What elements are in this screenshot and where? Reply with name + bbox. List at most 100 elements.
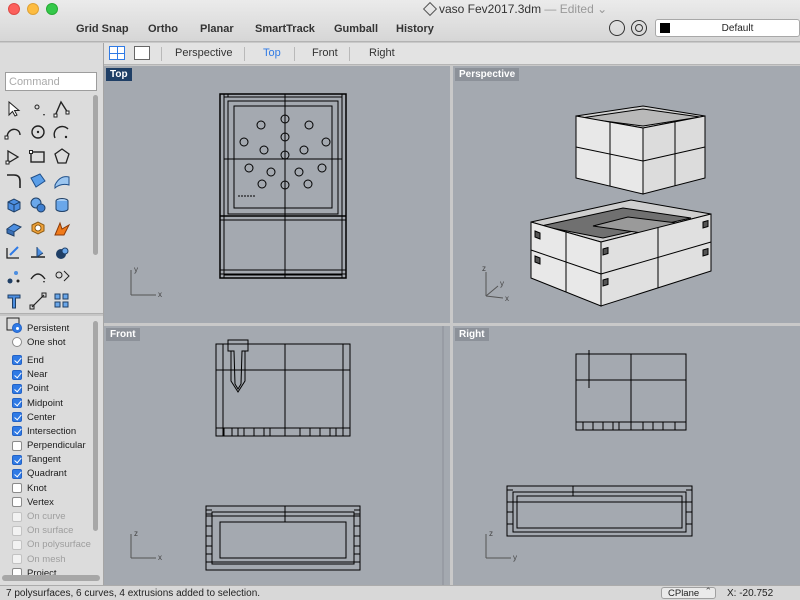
arc-icon[interactable] [52,123,72,143]
planar-toggle[interactable]: Planar [200,23,234,35]
osnap-one-shot-radio[interactable]: One shot [12,335,97,349]
osnap-intersection-checkbox[interactable]: Intersection [12,424,97,438]
surface-from-curves-icon[interactable] [28,171,48,191]
cylinder-icon[interactable] [52,195,72,215]
tab-front[interactable]: Front [312,47,338,59]
boolean-icon[interactable] [28,219,48,239]
points-cloud-icon[interactable] [4,267,24,287]
front-viewport[interactable]: z x Front [104,326,450,585]
checkbox[interactable] [12,497,22,508]
rectangle-icon[interactable] [28,147,48,167]
perspective-view-drawing: z x y [482,105,712,307]
ortho-toggle[interactable]: Ortho [148,23,178,35]
close-window-button[interactable] [8,3,20,15]
radio-button[interactable] [12,337,22,348]
fillet-curves-icon[interactable] [4,171,24,191]
single-viewport-layout-icon[interactable] [134,46,150,60]
perspective-viewport[interactable]: z x y Perspective [453,66,800,323]
osnap-on-curve-checkbox[interactable]: On curve [12,509,97,523]
ellipse-icon[interactable] [4,147,24,167]
front-viewport-label[interactable]: Front [106,328,140,341]
grid-snap-toggle[interactable]: Grid Snap [76,23,129,35]
zoom-window-button[interactable] [46,3,58,15]
box-icon[interactable] [4,195,24,215]
osnap-on-mesh-checkbox[interactable]: On mesh [12,552,97,566]
osnap-persistent-radio[interactable]: Persistent [12,321,97,335]
checkbox[interactable] [12,483,22,494]
tool-palette [2,99,92,355]
osnap-knot-checkbox[interactable]: Knot [12,481,97,495]
checkbox[interactable] [12,398,22,409]
left-panel-hscrollbar[interactable] [2,575,100,581]
text-icon[interactable] [4,291,24,311]
minimize-window-button[interactable] [27,3,39,15]
curve-icon[interactable] [4,123,24,143]
four-viewport-layout-icon[interactable] [109,46,125,60]
dimension-icon[interactable] [28,291,48,311]
radio-button[interactable] [12,323,22,334]
right-viewport-label[interactable]: Right [455,328,489,341]
solid-tools-icon[interactable] [52,243,72,263]
layer-select[interactable]: Default [655,19,800,37]
right-viewport[interactable]: z y Right [453,326,800,585]
panel-divider[interactable] [0,313,103,316]
top-viewport[interactable]: y x Top [104,66,450,323]
top-viewport-label[interactable]: Top [106,68,132,81]
select-arrow-icon[interactable] [4,99,24,119]
tab-right[interactable]: Right [369,47,395,59]
smarttrack-toggle[interactable]: SmartTrack [255,23,315,35]
rebuild-curve-icon[interactable] [28,267,48,287]
point-icon[interactable] [28,99,48,119]
cplane-select[interactable]: CPlane [661,586,716,599]
checkbox[interactable] [12,369,22,380]
command-input[interactable] [5,72,97,91]
tab-separator [294,47,295,61]
cap-icon[interactable] [52,219,72,239]
checkbox[interactable] [12,454,22,465]
osnap-point-checkbox[interactable]: Point [12,382,97,396]
gumball-toggle[interactable]: Gumball [334,23,378,35]
checkbox[interactable] [12,440,22,451]
osnap-vertex-checkbox[interactable]: Vertex [12,495,97,509]
osnap-midpoint-checkbox[interactable]: Midpoint [12,396,97,410]
osnap-icon[interactable] [631,20,647,36]
checkbox[interactable] [12,511,22,522]
tab-perspective[interactable]: Perspective [175,47,232,59]
osnap-end-checkbox[interactable]: End [12,353,97,367]
right-axis-z-label: z [489,529,493,538]
perspective-viewport-label[interactable]: Perspective [455,68,520,81]
circle-icon[interactable] [28,123,48,143]
checkbox[interactable] [12,525,22,536]
split-icon[interactable] [28,243,48,263]
osnap-scrollbar[interactable] [93,321,98,531]
osnap-perpendicular-checkbox[interactable]: Perpendicular [12,439,97,453]
transform-icon[interactable] [4,243,24,263]
sphere-icon[interactable] [28,195,48,215]
history-toggle[interactable]: History [396,23,434,35]
array-icon[interactable] [52,267,72,287]
polyline-icon[interactable] [52,99,72,119]
checkbox[interactable] [12,468,22,479]
osnap-on-surface-checkbox[interactable]: On surface [12,524,97,538]
edited-status[interactable]: — Edited ⌄ [544,2,607,16]
loft-icon[interactable] [52,171,72,191]
osnap-tangent-checkbox[interactable]: Tangent [12,453,97,467]
checkbox[interactable] [12,412,22,423]
polygon-icon[interactable] [52,147,72,167]
tab-separator [161,47,162,61]
checkbox[interactable] [12,554,22,565]
osnap-near-checkbox[interactable]: Near [12,368,97,382]
grid-array-icon[interactable] [52,291,72,311]
osnap-center-checkbox[interactable]: Center [12,410,97,424]
checkbox[interactable] [12,355,22,366]
osnap-quadrant-checkbox[interactable]: Quadrant [12,467,97,481]
tool-palette-scrollbar[interactable] [93,95,98,255]
front-axis-z-label: z [134,529,138,538]
tab-top[interactable]: Top [263,47,281,59]
extrude-icon[interactable] [4,219,24,239]
checkbox[interactable] [12,539,22,550]
checkbox[interactable] [12,426,22,437]
checkbox[interactable] [12,383,22,394]
osnap-on-polysurface-checkbox[interactable]: On polysurface [12,538,97,552]
record-history-icon[interactable] [609,20,625,36]
